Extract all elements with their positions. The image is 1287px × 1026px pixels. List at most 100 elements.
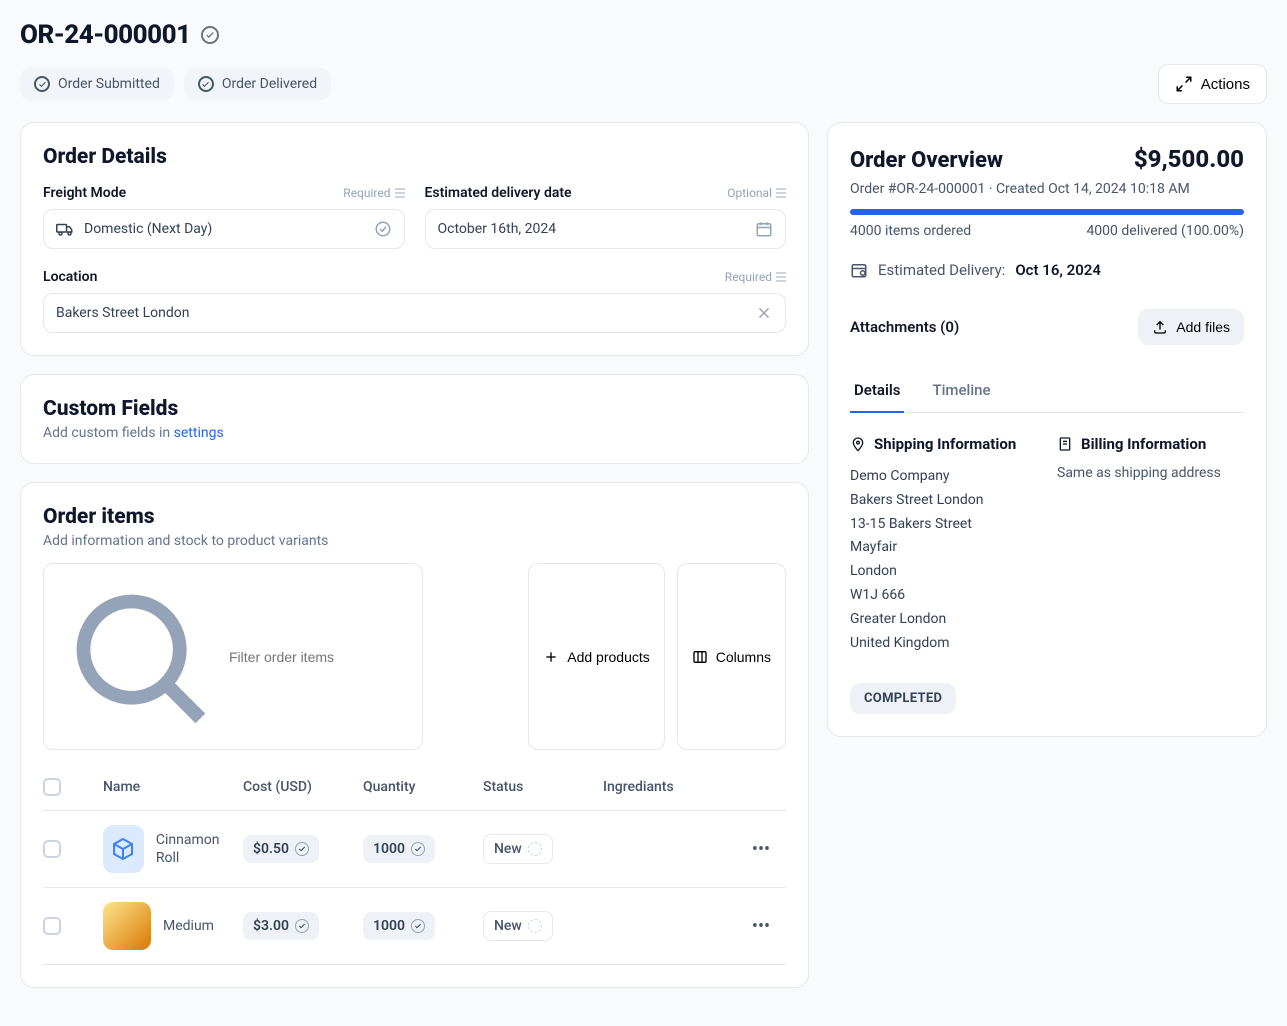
- col-quantity: Quantity: [363, 779, 473, 795]
- billing-heading: Billing Information: [1081, 435, 1206, 453]
- product-name: Cinnamon Roll: [156, 831, 233, 867]
- table-row: Medium $3.00 1000 New •••: [43, 888, 786, 965]
- shipping-info: Shipping Information Demo CompanyBakers …: [850, 435, 1037, 655]
- add-products-label: Add products: [567, 649, 650, 665]
- settings-link[interactable]: settings: [174, 425, 224, 441]
- delivery-date-input[interactable]: October 16th, 2024: [425, 209, 787, 249]
- tab-timeline[interactable]: Timeline: [928, 369, 994, 412]
- col-ingredients: Ingrediants: [603, 779, 726, 795]
- expand-icon: [1175, 75, 1193, 93]
- progress-bar: [850, 209, 1244, 215]
- address-line: Bakers Street London: [850, 489, 1037, 513]
- order-details-card: Order Details Freight Mode Required Dome…: [20, 122, 809, 356]
- calendar-clock-icon: [850, 261, 868, 279]
- status-pill[interactable]: New: [483, 834, 553, 864]
- status-chip-label: Order Submitted: [58, 76, 160, 92]
- product-thumb-icon: [103, 825, 144, 873]
- order-items-table: Name Cost (USD) Quantity Status Ingredia…: [43, 764, 786, 965]
- address-line: Greater London: [850, 608, 1037, 632]
- freight-mode-select[interactable]: Domestic (Next Day): [43, 209, 405, 249]
- receipt-icon: [1057, 436, 1073, 452]
- check-icon: [374, 220, 392, 238]
- columns-label: Columns: [716, 649, 771, 665]
- completed-badge: COMPLETED: [850, 683, 956, 714]
- columns-button[interactable]: Columns: [677, 563, 786, 750]
- status-chip-label: Order Delivered: [222, 76, 317, 92]
- order-items-card: Order items Add information and stock to…: [20, 482, 809, 988]
- product-name: Medium: [163, 917, 214, 935]
- table-row: Cinnamon Roll $0.50 1000 New •••: [43, 811, 786, 888]
- billing-info: Billing Information Same as shipping add…: [1057, 435, 1244, 655]
- overview-tabs: Details Timeline: [850, 369, 1244, 413]
- qty-pill: 1000: [363, 912, 435, 940]
- tab-details[interactable]: Details: [850, 369, 904, 413]
- package-icon: [111, 837, 135, 861]
- location-input[interactable]: Bakers Street London: [43, 293, 786, 333]
- required-badge: Required: [725, 270, 786, 284]
- order-items-heading: Order items: [43, 505, 786, 529]
- row-menu-button[interactable]: •••: [736, 916, 786, 937]
- address-line: London: [850, 560, 1037, 584]
- overview-heading: Order Overview: [850, 148, 1003, 173]
- address-line: Mayfair: [850, 536, 1037, 560]
- status-chip-delivered: Order Delivered: [184, 68, 331, 100]
- delivery-date-value: October 16th, 2024: [438, 221, 557, 237]
- required-badge: Required: [343, 186, 404, 200]
- map-pin-icon: [850, 436, 866, 452]
- add-files-label: Add files: [1176, 319, 1230, 335]
- check-circle-icon: [198, 76, 214, 92]
- select-all-checkbox[interactable]: [43, 778, 61, 796]
- freight-value: Domestic (Next Day): [84, 221, 212, 237]
- est-delivery-date: Oct 16, 2024: [1015, 261, 1101, 279]
- filter-items-input[interactable]: [229, 649, 410, 665]
- custom-fields-heading: Custom Fields: [43, 397, 786, 421]
- row-checkbox[interactable]: [43, 840, 61, 858]
- col-status: Status: [483, 779, 593, 795]
- truck-icon: [56, 220, 74, 238]
- location-field: Location Required Bakers Street London: [43, 269, 786, 333]
- freight-mode-field: Freight Mode Required Domestic (Next Day…: [43, 185, 405, 249]
- col-name: Name: [103, 779, 233, 795]
- check-circle-icon: [34, 76, 50, 92]
- billing-note: Same as shipping address: [1057, 465, 1244, 481]
- cost-pill: $3.00: [243, 912, 319, 940]
- order-details-heading: Order Details: [43, 145, 786, 169]
- row-menu-button[interactable]: •••: [736, 839, 786, 860]
- overview-meta: Order #OR-24-000001 · Created Oct 14, 20…: [850, 181, 1244, 197]
- location-value: Bakers Street London: [56, 305, 189, 321]
- address-line: W1J 666: [850, 584, 1037, 608]
- clear-icon[interactable]: [755, 304, 773, 322]
- order-items-subtitle: Add information and stock to product var…: [43, 533, 786, 549]
- attachments-label: Attachments (0): [850, 318, 959, 336]
- address-line: United Kingdom: [850, 632, 1037, 656]
- plus-icon: [543, 649, 559, 665]
- delivery-date-field: Estimated delivery date Optional October…: [425, 185, 787, 249]
- col-cost: Cost (USD): [243, 779, 353, 795]
- filter-items-search[interactable]: [43, 563, 423, 750]
- address-line: 13-15 Bakers Street: [850, 513, 1037, 537]
- cost-pill: $0.50: [243, 835, 319, 863]
- columns-icon: [692, 649, 708, 665]
- product-thumb-image: [103, 902, 151, 950]
- custom-fields-card: Custom Fields Add custom fields in setti…: [20, 374, 809, 464]
- table-header: Name Cost (USD) Quantity Status Ingredia…: [43, 764, 786, 811]
- qty-pill: 1000: [363, 835, 435, 863]
- field-label: Location: [43, 269, 97, 285]
- add-files-button[interactable]: Add files: [1138, 309, 1244, 345]
- upload-icon: [1152, 319, 1168, 335]
- add-products-button[interactable]: Add products: [528, 563, 665, 750]
- verified-icon: [201, 26, 219, 44]
- custom-fields-subtitle: Add custom fields in settings: [43, 425, 786, 441]
- shipping-heading: Shipping Information: [874, 435, 1016, 453]
- status-pill[interactable]: New: [483, 911, 553, 941]
- field-label: Freight Mode: [43, 185, 126, 201]
- overview-price: $9,500.00: [1134, 145, 1244, 173]
- items-delivered: 4000 delivered (100.00%): [1086, 223, 1244, 239]
- actions-button[interactable]: Actions: [1158, 64, 1267, 104]
- field-label: Estimated delivery date: [425, 185, 572, 201]
- calendar-icon: [755, 220, 773, 238]
- status-chip-submitted: Order Submitted: [20, 68, 174, 100]
- items-ordered: 4000 items ordered: [850, 223, 971, 239]
- order-overview-card: Order Overview $9,500.00 Order #OR-24-00…: [827, 122, 1267, 737]
- row-checkbox[interactable]: [43, 917, 61, 935]
